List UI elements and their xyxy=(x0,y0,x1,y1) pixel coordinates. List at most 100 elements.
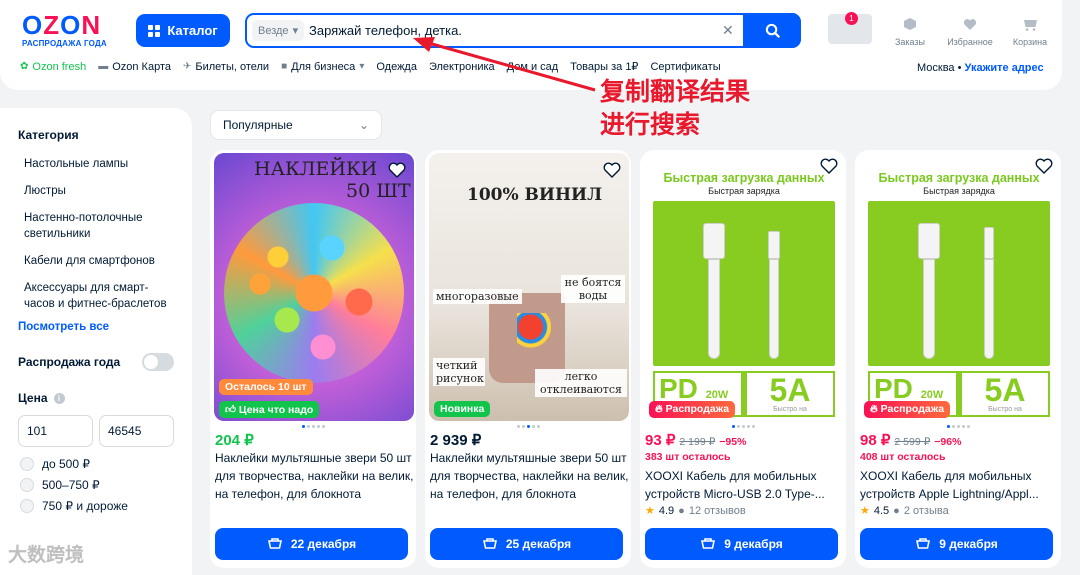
leaf-icon: ✿ xyxy=(20,61,29,72)
product-card[interactable]: 100% ВИНИЛ многоразовые не боятся воды ч… xyxy=(425,150,631,568)
range-label: 500–750 ₽ xyxy=(42,478,100,492)
heart-icon[interactable] xyxy=(820,157,838,175)
nav-business[interactable]: ■ Для бизнеса ▾ xyxy=(281,60,364,73)
delivery-button[interactable]: 9 декабря xyxy=(645,528,838,560)
search-scope-select[interactable]: Везде ▾ xyxy=(252,20,305,41)
city: Москва xyxy=(917,62,955,74)
product-title[interactable]: Наклейки мультяшные звери 50 шт для твор… xyxy=(430,449,630,503)
product-image[interactable]: Быстрая загрузка данных Быстрая зарядка … xyxy=(644,153,844,421)
annotation-line-1: 复制翻译结果 xyxy=(600,77,751,106)
chevron-down-icon: ⌄ xyxy=(358,118,369,132)
info-icon[interactable]: i xyxy=(53,392,65,404)
cart-icon xyxy=(916,538,931,549)
favorites-button[interactable]: Избранное xyxy=(940,14,1000,47)
price-from-input[interactable] xyxy=(18,415,93,447)
nav-certificates[interactable]: Сертификаты xyxy=(650,60,720,73)
product-price: 204 ₽ xyxy=(215,432,254,449)
star-icon: ★ xyxy=(645,505,655,517)
chevron-down-icon: ▾ xyxy=(292,25,299,37)
nav-label: Ozon fresh xyxy=(32,60,87,73)
delivery-date: 9 декабря xyxy=(939,537,998,551)
delivery-button[interactable]: 25 декабря xyxy=(430,528,623,560)
nav-label: Билеты, отели xyxy=(195,60,270,73)
cart-button[interactable]: Корзина xyxy=(1000,14,1060,47)
amp-sub: Быстро на xyxy=(773,406,807,413)
current-price: 98 ₽ xyxy=(860,432,891,449)
price-to-input[interactable] xyxy=(99,415,174,447)
nav-tickets[interactable]: ✈ Билеты, отели xyxy=(183,60,269,73)
briefcase-icon: ■ xyxy=(281,61,288,72)
image-caption: Быстрая загрузка данных xyxy=(663,171,825,185)
card-icon: ▬ xyxy=(98,61,109,72)
category-item[interactable]: Люстры xyxy=(18,183,174,199)
old-price: 2 199 ₽ xyxy=(679,436,716,448)
price-range-option[interactable]: 750 ₽ и дороже xyxy=(18,499,174,513)
sale-toggle[interactable] xyxy=(142,353,174,371)
delivery-button[interactable]: 9 декабря xyxy=(860,528,1053,560)
scope-label: Везде xyxy=(258,24,289,37)
category-item[interactable]: Настенно-потолочные светильники xyxy=(18,210,174,242)
catalog-button[interactable]: Каталог xyxy=(136,14,230,47)
clear-icon[interactable]: ✕ xyxy=(722,22,734,39)
heart-icon[interactable] xyxy=(1035,157,1053,175)
star-icon: ★ xyxy=(860,505,870,517)
delivery-button[interactable]: 22 декабря xyxy=(215,528,408,560)
pd-watt: 20W xyxy=(705,389,729,401)
cable-picture xyxy=(653,201,835,366)
delivery-date: 25 декабря xyxy=(505,537,572,551)
product-title[interactable]: XOOXI Кабель для мобильных устройств App… xyxy=(860,467,1060,503)
rating: ★ 4.5 ● 2 отзыва xyxy=(860,504,949,518)
category-item[interactable]: Настольные лампы xyxy=(18,156,174,172)
product-image[interactable]: 100% ВИНИЛ многоразовые не боятся воды ч… xyxy=(429,153,629,421)
reviews-count[interactable]: 12 отзывов xyxy=(689,505,746,517)
notification-badge: 1 xyxy=(845,12,858,25)
product-image[interactable]: НАКЛЕЙКИ 50 ШТ Осталось 10 шт 👍︎ Цена чт… xyxy=(214,153,414,421)
nav-ozon-fresh[interactable]: ✿ Ozon fresh xyxy=(20,60,86,73)
search-button[interactable] xyxy=(743,13,801,48)
category-item[interactable]: Аксессуары для смарт-часов и фитнес-брас… xyxy=(18,280,174,312)
product-title[interactable]: XOOXI Кабель для мобильных устройств Mic… xyxy=(645,467,845,503)
orders-button[interactable]: Заказы xyxy=(880,14,940,47)
product-title[interactable]: Наклейки мультяшные звери 50 шт для твор… xyxy=(215,449,415,503)
sale-badge: 🔥︎ Распродажа xyxy=(649,401,736,418)
price-range-option[interactable]: до 500 ₽ xyxy=(18,457,174,471)
amp-text: 5A xyxy=(984,372,1026,408)
cable-picture xyxy=(868,201,1050,366)
reviews-count[interactable]: 2 отзыва xyxy=(904,505,949,517)
amp-label: 5A Быстро на xyxy=(962,373,1048,415)
badge-label: Цена что надо xyxy=(238,404,314,416)
watermark: 大数跨境 xyxy=(8,544,85,566)
current-price: 93 ₽ xyxy=(645,432,676,449)
product-card[interactable]: Быстрая загрузка данных Быстрая зарядка … xyxy=(855,150,1061,568)
radio-button[interactable] xyxy=(20,457,34,471)
radio-button[interactable] xyxy=(20,478,34,492)
address-link[interactable]: Укажите адрес xyxy=(965,62,1044,74)
ozon-logo[interactable]: OZON РАСПРОДАЖА ГОДА xyxy=(22,12,122,48)
nav-ozon-card[interactable]: ▬ Ozon Карта xyxy=(98,60,171,73)
cart-label: Корзина xyxy=(1012,37,1048,47)
stock-left: 383 шт осталось xyxy=(645,451,731,463)
image-caption: Быстрая загрузка данных xyxy=(878,171,1040,185)
location[interactable]: Москва • Укажите адрес xyxy=(917,62,1044,74)
product-card[interactable]: Быстрая загрузка данных Быстрая зарядка … xyxy=(640,150,846,568)
product-card[interactable]: НАКЛЕЙКИ 50 ШТ Осталось 10 шт 👍︎ Цена чт… xyxy=(210,150,416,568)
heart-icon[interactable] xyxy=(603,161,621,179)
price-range-option[interactable]: 500–750 ₽ xyxy=(18,478,174,492)
product-price: 98 ₽2 599 ₽ −96% xyxy=(860,431,961,449)
image-caption: 100% ВИНИЛ xyxy=(467,185,603,205)
sort-select[interactable]: Популярные ⌄ xyxy=(210,110,382,140)
heart-icon[interactable] xyxy=(388,161,406,179)
profile-button[interactable]: 1 xyxy=(820,12,880,47)
radio-button[interactable] xyxy=(20,499,34,513)
sale-filter: Распродажа года xyxy=(18,353,174,371)
price-inputs xyxy=(18,415,174,447)
badge-label: Распродажа xyxy=(880,403,945,415)
annotation-line-2: 进行搜索 xyxy=(600,110,701,139)
product-image[interactable]: Быстрая загрузка данных Быстрая зарядка … xyxy=(859,153,1059,421)
nav-label: Сертификаты xyxy=(650,60,721,73)
category-item[interactable]: Кабели для смартфонов xyxy=(18,253,174,269)
see-all-link[interactable]: Посмотреть все xyxy=(18,321,174,333)
favorites-label: Избранное xyxy=(947,37,993,47)
rating-value: 4.9 xyxy=(658,504,675,517)
comment-icon: ● xyxy=(678,504,685,517)
